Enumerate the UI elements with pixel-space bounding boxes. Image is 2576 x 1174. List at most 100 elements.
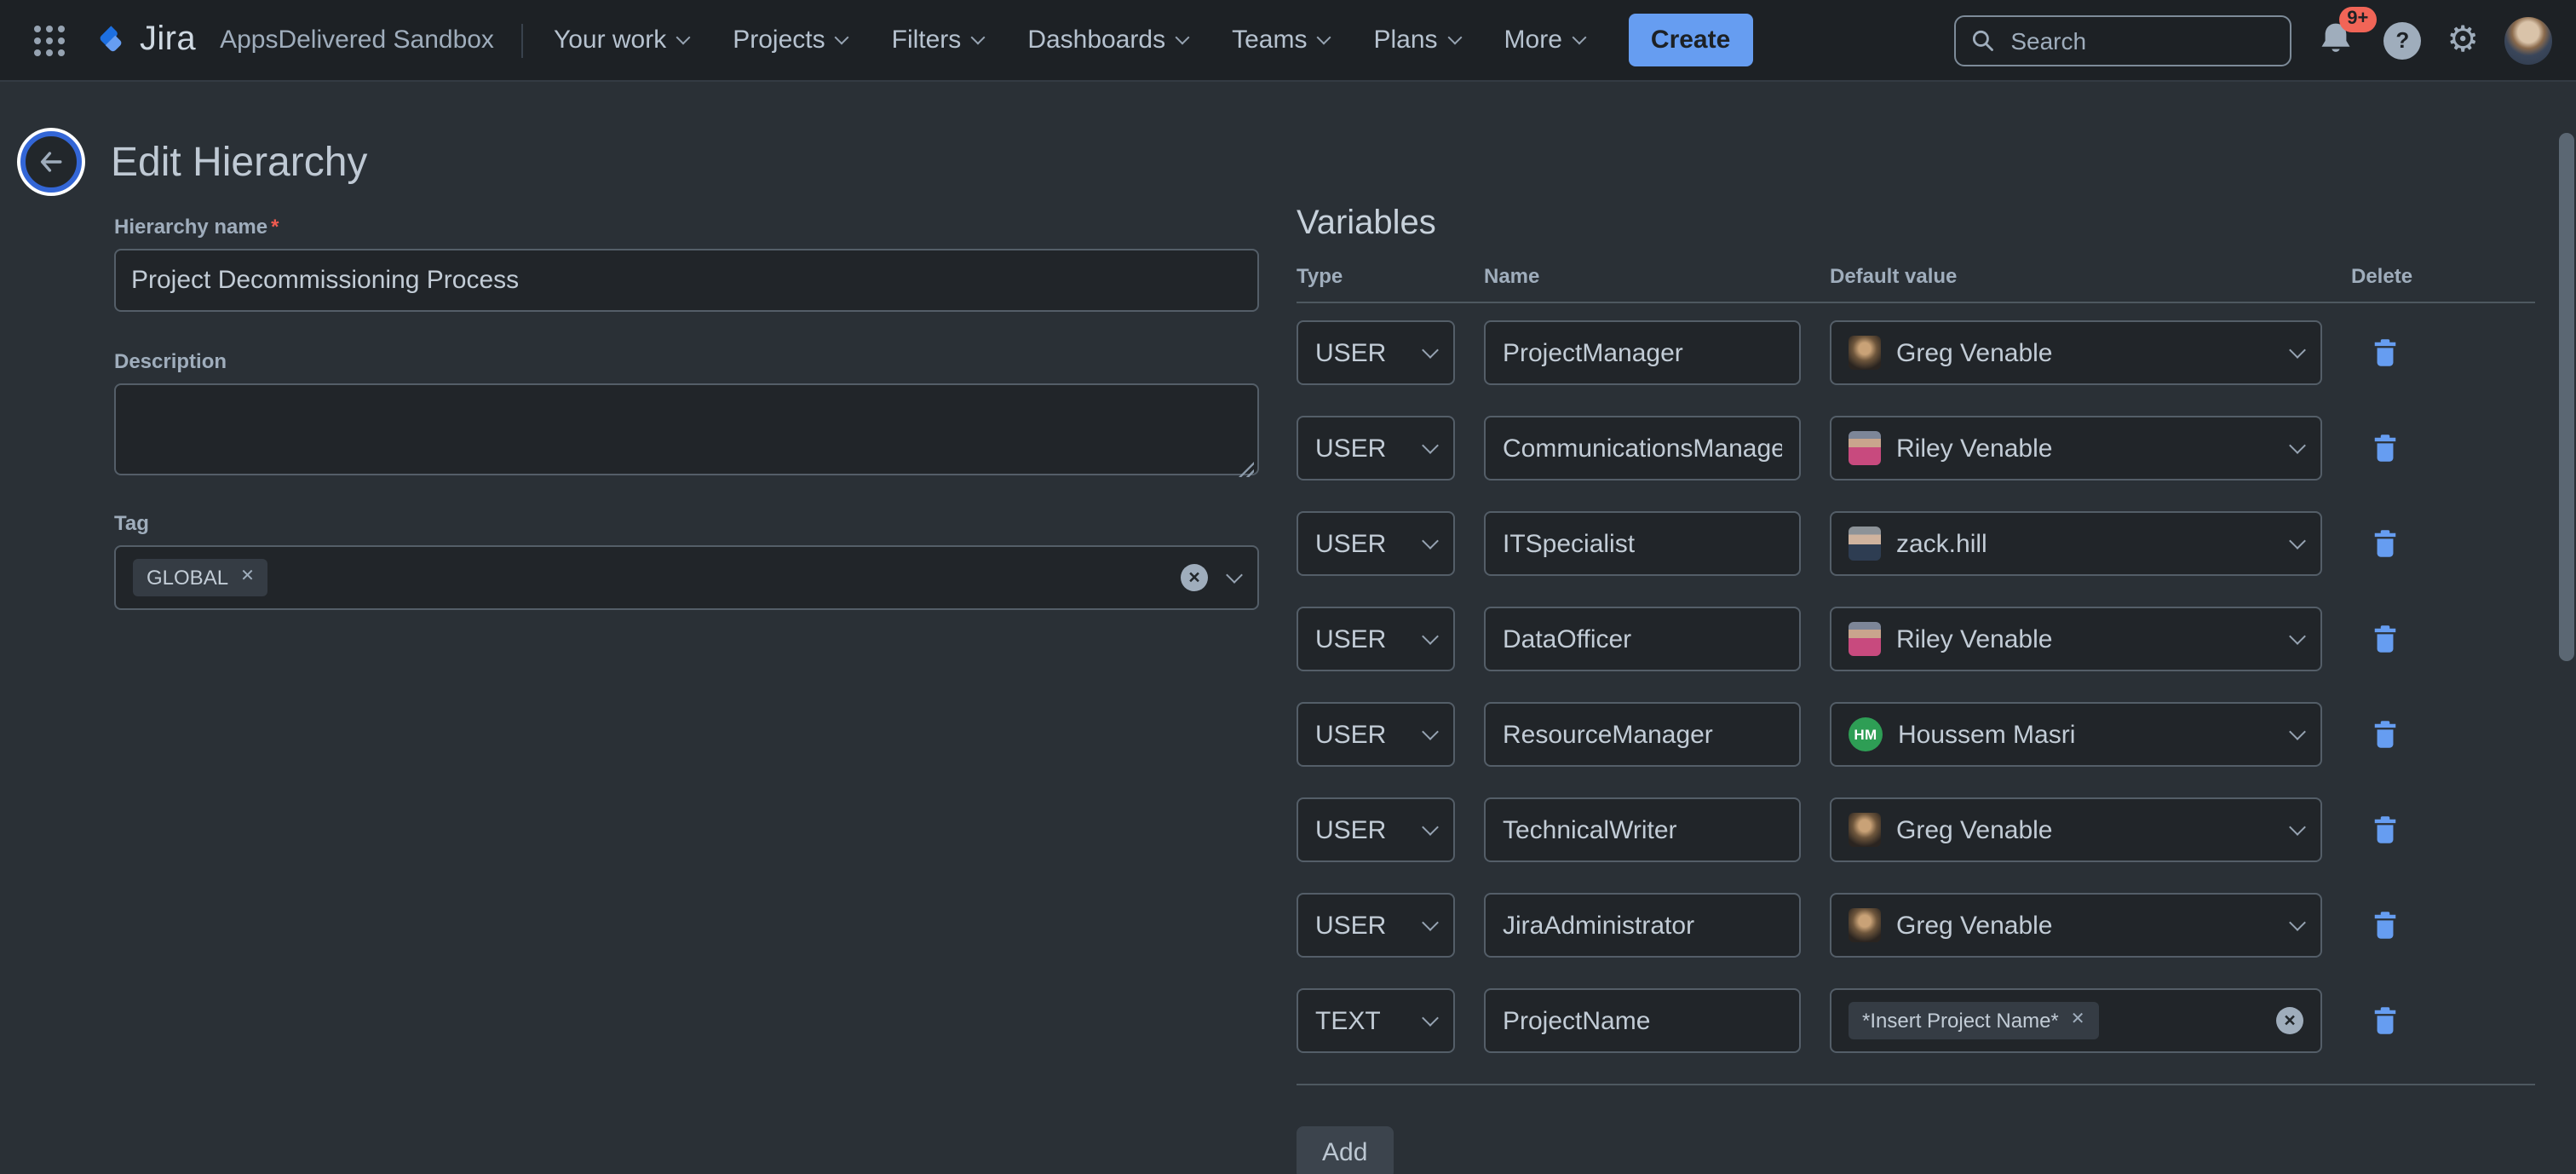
create-button[interactable]: Create xyxy=(1629,14,1752,66)
type-select[interactable]: USER xyxy=(1297,797,1455,862)
search-input[interactable] xyxy=(2007,25,2274,55)
trash-icon xyxy=(2373,721,2397,748)
trash-icon xyxy=(2373,816,2397,843)
header-divider xyxy=(1297,302,2535,303)
user-avatar-thumb xyxy=(1849,336,1881,370)
chevron-down-icon xyxy=(1176,31,1190,45)
variable-row: USER zack.hill xyxy=(1297,511,2535,576)
delete-row-button[interactable] xyxy=(2351,721,2419,748)
nav-item[interactable]: Plans xyxy=(1373,26,1459,55)
default-value-select[interactable]: Greg Venable xyxy=(1830,320,2322,385)
trash-icon xyxy=(2373,339,2397,366)
default-value-select[interactable]: zack.hill xyxy=(1830,511,2322,576)
delete-row-button[interactable] xyxy=(2351,339,2419,366)
user-avatar-thumb xyxy=(1849,431,1881,465)
chevron-down-icon xyxy=(971,31,986,45)
hierarchy-name-input[interactable] xyxy=(114,249,1259,312)
variables-header-row: Type Name Default value Delete xyxy=(1297,264,2535,302)
chevron-down-icon xyxy=(1422,532,1439,550)
nav-item[interactable]: Teams xyxy=(1232,26,1329,55)
default-value-select[interactable]: HM Houssem Masri xyxy=(1830,702,2322,767)
variable-row: TEXT *Insert Project Name* ✕ ✕ xyxy=(1297,988,2535,1053)
variable-row: USER Greg Venable xyxy=(1297,797,2535,862)
app-window: Jira AppsDelivered Sandbox Your work Pro… xyxy=(0,0,2576,1174)
default-value-select[interactable]: Greg Venable xyxy=(1830,893,2322,958)
delete-row-button[interactable] xyxy=(2351,434,2419,462)
chip-remove-icon[interactable]: ✕ xyxy=(240,569,255,586)
chevron-down-icon xyxy=(835,31,849,45)
user-avatar-thumb xyxy=(1849,908,1881,942)
default-value-chip[interactable]: *Insert Project Name* ✕ xyxy=(1849,1002,2099,1039)
add-variable-button[interactable]: Add xyxy=(1297,1126,1393,1174)
chevron-down-icon xyxy=(1422,437,1439,454)
chevron-down-icon xyxy=(1422,628,1439,645)
variable-row: USER Riley Venable xyxy=(1297,416,2535,481)
description-label: Description xyxy=(114,349,1259,373)
variable-name-input[interactable] xyxy=(1484,416,1801,481)
chevron-down-icon xyxy=(1447,31,1462,45)
type-select[interactable]: USER xyxy=(1297,607,1455,671)
chevron-down-icon xyxy=(1422,342,1439,359)
chevron-down-icon xyxy=(2289,437,2306,454)
nav-right-cluster: 9+ ? ⚙︎ xyxy=(1954,14,2552,66)
delete-row-button[interactable] xyxy=(2351,1007,2419,1034)
chevron-down-icon xyxy=(1422,723,1439,740)
type-select[interactable]: USER xyxy=(1297,893,1455,958)
nav-item[interactable]: More xyxy=(1504,26,1584,55)
app-switcher-icon[interactable] xyxy=(27,18,72,62)
delete-row-button[interactable] xyxy=(2351,625,2419,653)
variable-name-input[interactable] xyxy=(1484,702,1801,767)
back-button[interactable] xyxy=(20,131,82,193)
top-nav: Jira AppsDelivered Sandbox Your work Pro… xyxy=(0,0,2576,82)
variable-name-input[interactable] xyxy=(1484,607,1801,671)
jira-logo-icon xyxy=(92,21,129,59)
nav-item[interactable]: Dashboards xyxy=(1027,26,1187,55)
variable-row: USER Greg Venable xyxy=(1297,320,2535,385)
type-select[interactable]: USER xyxy=(1297,702,1455,767)
type-select[interactable]: USER xyxy=(1297,320,1455,385)
hierarchy-name-label: Hierarchy name* xyxy=(114,215,1259,239)
search-box[interactable] xyxy=(1954,14,2291,66)
footer-divider xyxy=(1297,1084,2535,1085)
variable-name-input[interactable] xyxy=(1484,988,1801,1053)
tag-chip[interactable]: GLOBAL ✕ xyxy=(133,559,268,596)
trash-icon xyxy=(2373,434,2397,462)
variable-name-input[interactable] xyxy=(1484,511,1801,576)
variable-name-input[interactable] xyxy=(1484,893,1801,958)
default-value-select[interactable]: Greg Venable xyxy=(1830,797,2322,862)
scrollbar-thumb[interactable] xyxy=(2559,133,2574,661)
delete-row-button[interactable] xyxy=(2351,912,2419,939)
search-icon xyxy=(1971,28,1995,52)
help-button[interactable]: ? xyxy=(2383,21,2421,59)
delete-row-button[interactable] xyxy=(2351,530,2419,557)
jira-wordmark: Jira xyxy=(140,20,196,60)
description-textarea[interactable] xyxy=(114,383,1259,475)
default-value-select[interactable]: Riley Venable xyxy=(1830,607,2322,671)
settings-gear-icon[interactable]: ⚙︎ xyxy=(2447,22,2479,58)
clear-icon[interactable]: ✕ xyxy=(2276,1007,2303,1034)
type-select[interactable]: TEXT xyxy=(1297,988,1455,1053)
user-avatar-thumb xyxy=(1849,527,1881,561)
clear-all-icon[interactable]: ✕ xyxy=(1181,564,1208,591)
chevron-down-icon xyxy=(2289,914,2306,931)
tag-multiselect[interactable]: GLOBAL ✕ ✕ xyxy=(114,545,1259,610)
user-avatar[interactable] xyxy=(2504,16,2552,64)
delete-row-button[interactable] xyxy=(2351,816,2419,843)
variable-row: USER Greg Venable xyxy=(1297,893,2535,958)
variable-name-input[interactable] xyxy=(1484,320,1801,385)
chip-remove-icon[interactable]: ✕ xyxy=(2071,1012,2085,1029)
type-select[interactable]: USER xyxy=(1297,416,1455,481)
trash-icon xyxy=(2373,912,2397,939)
nav-item[interactable]: Filters xyxy=(892,26,984,55)
jira-logo[interactable]: Jira xyxy=(92,20,196,60)
col-header-delete: Delete xyxy=(2351,264,2419,288)
required-asterisk: * xyxy=(271,215,279,239)
nav-item[interactable]: Projects xyxy=(733,26,847,55)
default-value-select[interactable]: Riley Venable xyxy=(1830,416,2322,481)
default-value-select[interactable]: *Insert Project Name* ✕ ✕ xyxy=(1830,988,2322,1053)
variable-name-input[interactable] xyxy=(1484,797,1801,862)
nav-item[interactable]: Your work xyxy=(554,26,688,55)
notifications-button[interactable]: 9+ xyxy=(2317,20,2358,60)
chevron-down-icon xyxy=(2289,723,2306,740)
type-select[interactable]: USER xyxy=(1297,511,1455,576)
